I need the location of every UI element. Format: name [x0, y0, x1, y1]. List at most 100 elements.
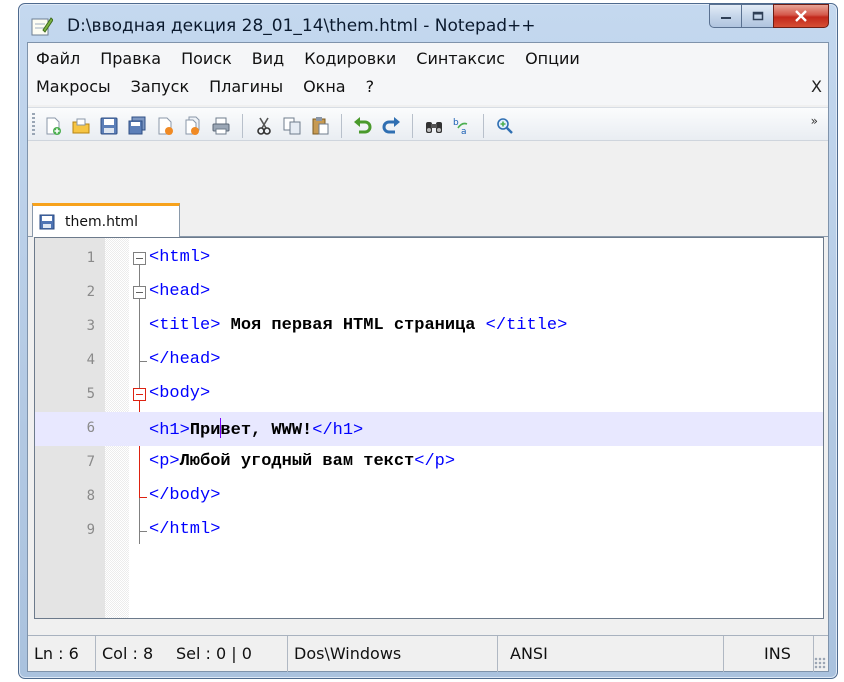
save-all-button[interactable]: [126, 115, 148, 137]
status-insert-mode[interactable]: INS: [724, 636, 814, 672]
line-number: 6: [86, 420, 95, 436]
fold-toggle-icon[interactable]: [133, 252, 146, 265]
new-file-button[interactable]: [42, 115, 64, 137]
zoom-in-icon: [497, 118, 513, 134]
minimize-button[interactable]: [709, 4, 741, 28]
code-line[interactable]: 7 <p>Любой угодный вам текст</p>: [35, 446, 823, 480]
code-text: <p>Любой угодный вам текст</p>: [149, 452, 455, 471]
open-file-icon: [72, 118, 90, 134]
code-line[interactable]: 8 </body>: [35, 480, 823, 514]
saved-file-icon: [39, 214, 55, 229]
notepad-plus-plus-window: D:\вводная декция 28_01_14\them.html - N…: [18, 3, 838, 679]
code-text: <html>: [149, 248, 210, 267]
close-window-button[interactable]: [773, 4, 829, 28]
toolbar-overflow-button[interactable]: »: [811, 114, 818, 128]
close-file-icon: [158, 117, 173, 135]
line-number: 7: [86, 454, 95, 470]
line-number: 3: [86, 318, 95, 334]
undo-button[interactable]: [352, 115, 374, 137]
find-button[interactable]: [423, 115, 445, 137]
code-editor[interactable]: 1 <html> 2 <head> 3 <title> Моя первая HTML с…: [34, 237, 824, 619]
print-icon: [212, 117, 230, 135]
status-encoding[interactable]: ANSI: [498, 636, 724, 672]
code-line[interactable]: 4 </head>: [35, 344, 823, 378]
html-tag-token: </p>: [414, 452, 456, 471]
toolbar-separator: [341, 114, 342, 138]
code-line[interactable]: 6 <h1>Привет, WWW!</h1>: [35, 412, 823, 446]
menu-run[interactable]: Запуск: [131, 77, 189, 96]
menu-encoding[interactable]: Кодировки: [304, 49, 396, 68]
code-text: <body>: [149, 384, 210, 403]
minimize-icon: [720, 17, 731, 19]
text-token: вет, WWW!: [220, 421, 313, 440]
copy-icon: [283, 117, 301, 135]
paste-button[interactable]: [309, 115, 331, 137]
status-eol-format[interactable]: Dos\Windows: [288, 636, 498, 672]
code-line[interactable]: 5 <body>: [35, 378, 823, 412]
open-file-button[interactable]: [70, 115, 92, 137]
client-area: Файл Правка Поиск Вид Кодировки Синтакси…: [27, 42, 829, 672]
menu-row-1: Файл Правка Поиск Вид Кодировки Синтакси…: [36, 49, 580, 68]
line-number: 5: [86, 386, 95, 402]
code-text: <title> Моя первая HTML страница </title…: [149, 316, 567, 335]
print-button[interactable]: [210, 115, 232, 137]
code-line[interactable]: 9 </html>: [35, 514, 823, 548]
menu-search[interactable]: Поиск: [181, 49, 232, 68]
menu-file[interactable]: Файл: [36, 49, 80, 68]
save-all-icon: [128, 116, 146, 135]
menu-macro[interactable]: Макросы: [36, 77, 111, 96]
menu-view[interactable]: Вид: [252, 49, 284, 68]
toolbar-grip[interactable]: [32, 113, 35, 137]
status-selection: Sel : 0 | 0: [170, 636, 288, 672]
zoom-in-button[interactable]: [494, 115, 516, 137]
menu-help[interactable]: ?: [366, 77, 375, 96]
fold-toggle-icon[interactable]: [133, 286, 146, 299]
cut-button[interactable]: [253, 115, 275, 137]
toolbar-icons: ba: [42, 114, 516, 138]
html-tag-token: <p>: [149, 452, 180, 471]
menu-settings[interactable]: Опции: [525, 49, 580, 68]
redo-button[interactable]: [380, 115, 402, 137]
maximize-button[interactable]: [741, 4, 773, 28]
text-token: Моя первая HTML страница: [220, 316, 486, 335]
html-tag-token: </h1>: [312, 421, 364, 440]
code-text: </html>: [149, 520, 220, 539]
paste-icon: [312, 117, 329, 135]
html-tag-token: <h1>: [149, 421, 190, 440]
code-text: </head>: [149, 350, 220, 369]
find-icon: [426, 122, 442, 133]
line-number: 1: [86, 250, 95, 266]
code-line[interactable]: 2 <head>: [35, 276, 823, 310]
close-file-button[interactable]: [154, 115, 176, 137]
html-tag-token: </title>: [485, 316, 568, 335]
menu-window[interactable]: Окна: [303, 77, 346, 96]
replace-button[interactable]: ba: [451, 115, 473, 137]
fold-toggle-icon[interactable]: [133, 388, 146, 401]
menu-syntax[interactable]: Синтаксис: [416, 49, 505, 68]
menu-plugins[interactable]: Плагины: [209, 77, 283, 96]
line-number: 9: [86, 522, 95, 538]
caption-buttons: [709, 4, 829, 28]
title-bar[interactable]: D:\вводная декция 28_01_14\them.html - N…: [19, 4, 837, 46]
resize-grip[interactable]: [814, 657, 826, 669]
menu-bar: Файл Правка Поиск Вид Кодировки Синтакси…: [28, 43, 828, 105]
code-line[interactable]: 1 <html>: [35, 242, 823, 276]
close-all-button[interactable]: [182, 115, 204, 137]
text-token: При: [189, 421, 221, 440]
code-text: <h1>Привет, WWW!</h1>: [149, 418, 363, 440]
html-tag-token: </body>: [149, 486, 221, 505]
close-all-icon: [185, 116, 200, 135]
toolbar: ba »: [28, 107, 828, 141]
menu-edit[interactable]: Правка: [100, 49, 161, 68]
tab-them-html[interactable]: them.html: [32, 203, 180, 237]
close-document-button[interactable]: X: [811, 77, 822, 96]
toolbar-separator: [483, 114, 484, 138]
toolbar-separator: [412, 114, 413, 138]
toolbar-separator: [242, 114, 243, 138]
copy-button[interactable]: [281, 115, 303, 137]
redo-icon: [382, 117, 400, 134]
menu-row-2: Макросы Запуск Плагины Окна ?: [36, 77, 374, 96]
line-number: 8: [86, 488, 95, 504]
save-button[interactable]: [98, 115, 120, 137]
code-line[interactable]: 3 <title> Моя первая HTML страница </titl…: [35, 310, 823, 344]
